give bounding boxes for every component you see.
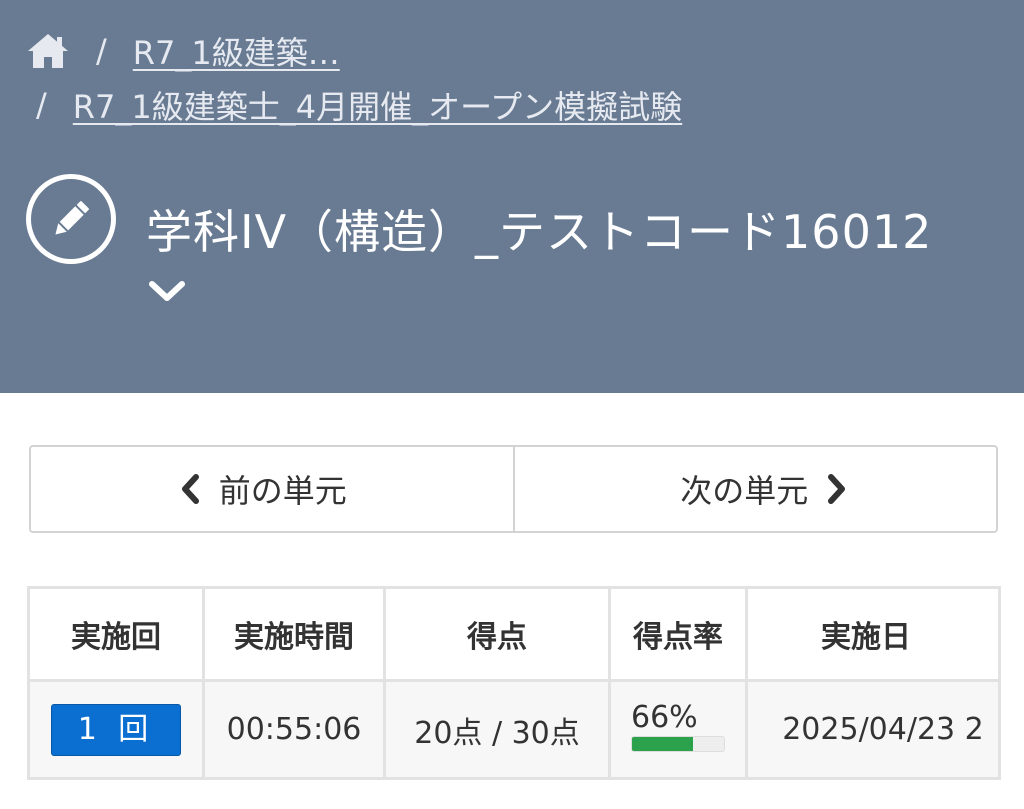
breadcrumb-separator: / bbox=[96, 32, 107, 70]
breadcrumb: / R7_1級建築… bbox=[26, 28, 340, 74]
table-header-row: 実施回 実施時間 得点 得点率 実施日 bbox=[27, 586, 1001, 682]
next-unit-label: 次の単元 bbox=[680, 472, 809, 510]
table-row: 1 回 00:55:06 20点 / 30点 66% 2025/04/23 2 bbox=[27, 679, 1001, 780]
results-table: 実施回 実施時間 得点 得点率 実施日 1 回 00:55:06 20点 / 3… bbox=[27, 586, 1001, 780]
rate-progress-fill bbox=[632, 736, 693, 751]
rate-value: 66% bbox=[631, 699, 698, 735]
pencil-icon bbox=[26, 174, 116, 264]
breadcrumb-parent-link[interactable]: R7_1級建築… bbox=[133, 28, 340, 74]
header-duration: 実施時間 bbox=[202, 586, 386, 682]
home-icon[interactable] bbox=[26, 31, 70, 71]
rate-progress-bar bbox=[631, 735, 725, 752]
previous-unit-label: 前の単元 bbox=[218, 472, 347, 510]
breadcrumb-current-link[interactable]: R7_1級建築士_4月開催_オープン模擬試験 bbox=[73, 82, 682, 128]
page-title-block: 学科IV（構造）_テストコード16012 bbox=[26, 174, 932, 264]
date-cell: 2025/04/23 2 bbox=[745, 679, 1001, 780]
duration-cell: 00:55:06 bbox=[202, 679, 386, 780]
chevron-down-icon[interactable] bbox=[148, 276, 186, 306]
attempt-cell: 1 回 bbox=[27, 679, 205, 780]
rate-cell: 66% bbox=[608, 679, 748, 780]
header-rate: 得点率 bbox=[608, 586, 748, 682]
breadcrumb-second-row: / R7_1級建築士_4月開催_オープン模擬試験 bbox=[36, 82, 682, 128]
page-header: / R7_1級建築… / R7_1級建築士_4月開催_オープン模擬試験 学科IV… bbox=[0, 0, 1024, 393]
previous-unit-button[interactable]: 前の単元 bbox=[31, 447, 513, 531]
attempt-button[interactable]: 1 回 bbox=[51, 703, 181, 756]
score-cell: 20点 / 30点 bbox=[383, 679, 611, 780]
chevron-left-icon bbox=[181, 474, 199, 504]
page-title: 学科IV（構造）_テストコード16012 bbox=[146, 205, 933, 259]
next-unit-button[interactable]: 次の単元 bbox=[512, 447, 997, 531]
header-score: 得点 bbox=[383, 586, 611, 682]
chevron-right-icon bbox=[828, 474, 846, 504]
unit-navigation: 前の単元 次の単元 bbox=[29, 445, 998, 533]
header-attempt: 実施回 bbox=[27, 586, 205, 682]
breadcrumb-separator: / bbox=[36, 86, 47, 124]
header-date: 実施日 bbox=[745, 586, 1001, 682]
